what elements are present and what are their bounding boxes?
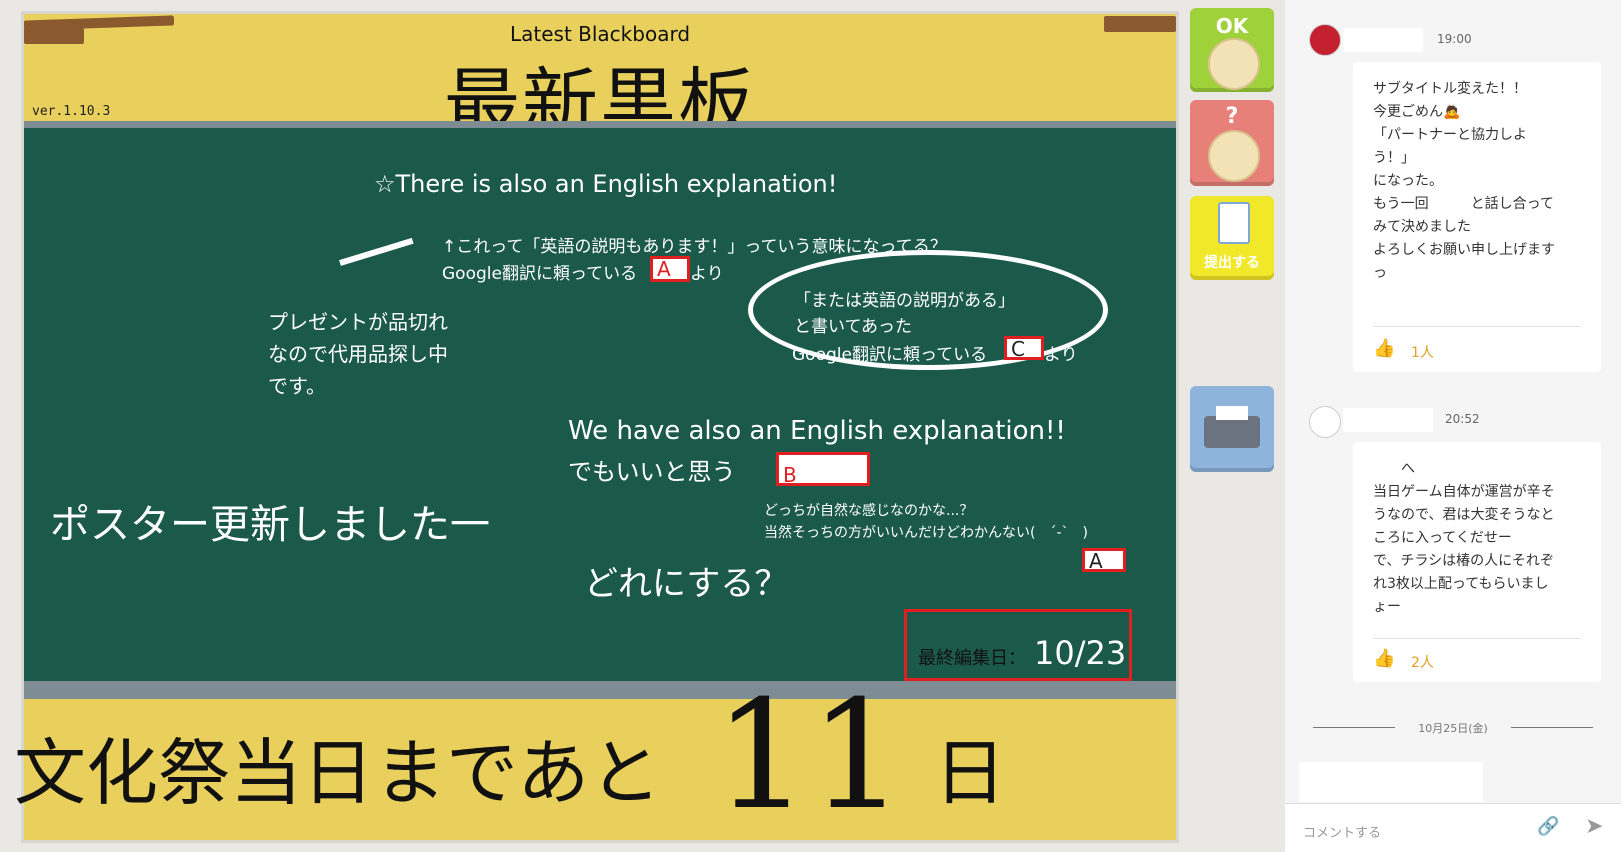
question-line-2-suffix: より — [690, 264, 724, 284]
redacted-username — [1343, 28, 1423, 52]
chalk-rail-top — [24, 121, 1176, 128]
present-line-1: プレゼントが品切れ — [268, 310, 448, 334]
blackboard-panel: Latest Blackboard 最新黒板 ver.1.10.3 ☆There… — [14, 14, 1176, 843]
ok-label: OK — [1215, 14, 1249, 38]
comment-bar: コメントする 🔗 ➤ — [1285, 803, 1621, 852]
highlight-box-a: A — [650, 256, 690, 282]
we-have-line: We have also an English explanation!! — [568, 416, 1066, 446]
send-icon[interactable]: ➤ — [1585, 814, 1603, 839]
question-label: ? — [1225, 104, 1239, 129]
countdown-days: 11 — [714, 669, 905, 843]
natural-line-1: どっちが自然な感じなのかな...？ — [764, 503, 974, 519]
user-avatar[interactable] — [1309, 406, 1341, 438]
english-note: ☆There is also an English explanation! — [374, 170, 838, 198]
redacted-username — [1343, 408, 1433, 432]
thumbs-up-icon[interactable]: 👍 — [1373, 338, 1395, 359]
oval-line-3: Google翻訳に頼っている — [792, 345, 988, 365]
countdown-label: 文化祭当日まであと — [14, 731, 662, 815]
message-bubble: サブタイトル変えた！！ 今更ごめん🙇 「パートナーと協力しよ う！」 になった。… — [1353, 62, 1601, 372]
ok-button[interactable]: OK — [1190, 8, 1274, 92]
thumbs-up-icon[interactable]: 👍 — [1373, 648, 1395, 669]
user-avatar[interactable] — [1309, 24, 1341, 56]
which-one: どれにする？ — [584, 564, 789, 604]
oval-line-2: と書いてあった — [794, 317, 912, 337]
message-time: 20:52 — [1445, 412, 1480, 426]
print-button[interactable] — [1190, 386, 1274, 472]
highlight-box-a-2: A — [1082, 548, 1126, 572]
chalk-rail-bottom — [24, 681, 1176, 699]
bubble-divider — [1373, 638, 1581, 639]
highlight-box-c: C — [1004, 336, 1044, 360]
submit-button[interactable]: 提出する — [1190, 196, 1274, 280]
link-icon[interactable]: 🔗 — [1537, 816, 1559, 837]
date-divider: 10月25日(金) — [1313, 720, 1593, 736]
redacted-message — [1299, 762, 1483, 802]
submit-label: 提出する — [1204, 255, 1260, 271]
oval-line-1: 「または英語の説明がある」 — [794, 291, 1015, 311]
message-time: 19:00 — [1437, 32, 1472, 46]
question-button[interactable]: ? — [1190, 100, 1274, 186]
natural-line-2: 当然そっちの方がいいんだけどわかんない( ´-` ) — [764, 525, 1088, 541]
message-bubble: へ 当日ゲーム自体が運営が辛そ うなので、君は大変そうなと ころに入ってくだせー… — [1353, 442, 1601, 682]
confused-face-icon — [1208, 130, 1260, 182]
message-text: サブタイトル変えた！！ 今更ごめん🙇 「パートナーと協力しよ う！」 になった。… — [1373, 81, 1555, 281]
version-label: ver.1.10.3 — [32, 104, 111, 119]
comment-input[interactable]: コメントする — [1303, 822, 1381, 841]
edit-date-highlight — [904, 609, 1132, 681]
highlight-box-b: B — [776, 452, 870, 486]
chalk-stroke — [339, 237, 414, 266]
upload-icon — [1218, 202, 1250, 244]
printer-icon — [1204, 416, 1260, 448]
bubble-divider — [1373, 326, 1581, 327]
countdown-unit: 日 — [934, 731, 1007, 815]
like-count[interactable]: 2人 — [1411, 652, 1434, 672]
oval-line-3-suffix: より — [1044, 345, 1078, 365]
question-line-2: Google翻訳に頼っている — [442, 264, 638, 284]
chat-panel: 19:00 サブタイトル変えた！！ 今更ごめん🙇 「パートナーと協力しよ う！」… — [1285, 0, 1621, 852]
chalkboard: ☆There is also an English explanation! ↑… — [24, 128, 1176, 681]
smile-face-icon — [1208, 38, 1260, 90]
printer-paper-icon — [1216, 406, 1248, 420]
message-text: へ 当日ゲーム自体が運営が辛そ うなので、君は大変そうなと ころに入ってくだせー… — [1373, 461, 1555, 615]
like-count[interactable]: 1人 — [1411, 342, 1434, 362]
poster-updated: ポスター更新しました一 — [50, 502, 490, 548]
present-line-3: です。 — [268, 374, 326, 398]
demoii-line: でもいいと思う — [568, 458, 736, 486]
present-line-2: なので代用品探し中 — [268, 342, 448, 366]
